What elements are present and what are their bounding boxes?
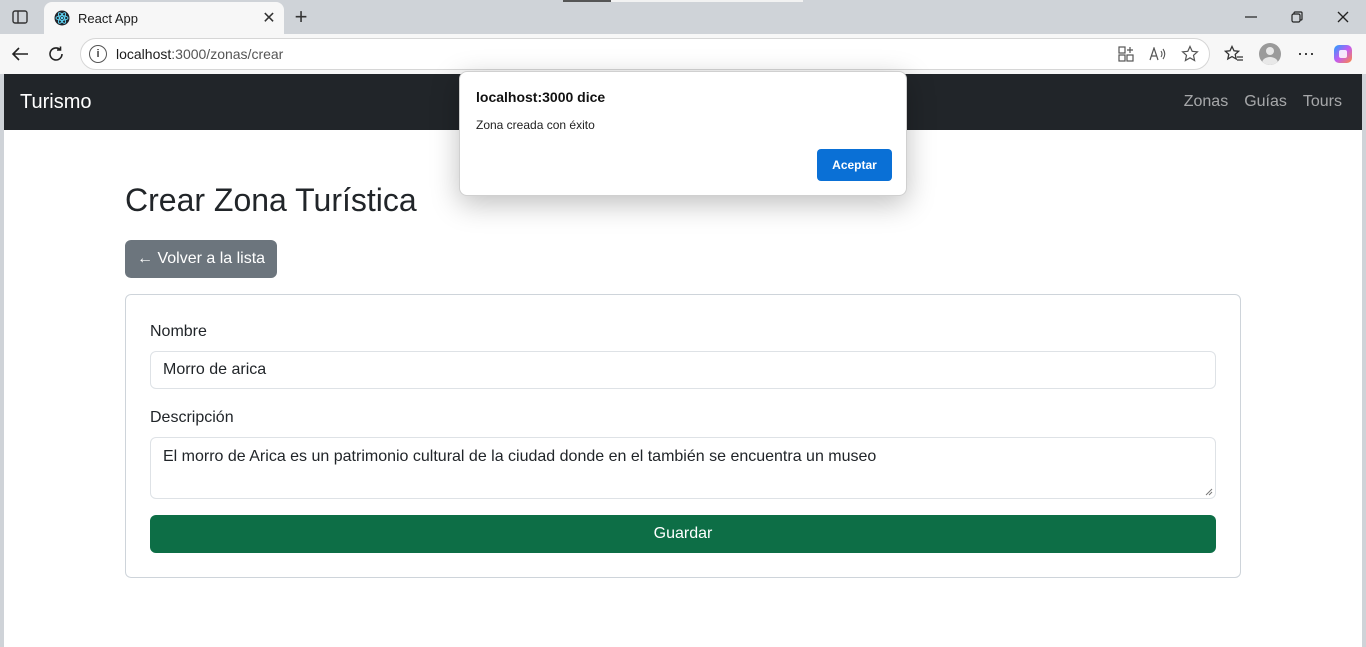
- browser-tab-bar: React App ✕ +: [0, 0, 1366, 34]
- accept-button[interactable]: Aceptar: [817, 149, 892, 181]
- tab-react-app[interactable]: React App ✕: [44, 2, 284, 34]
- new-tab-icon[interactable]: +: [289, 4, 313, 29]
- favorite-star-icon[interactable]: [1179, 43, 1201, 65]
- save-button[interactable]: Guardar: [150, 515, 1216, 553]
- dialog-title: localhost:3000 dice: [476, 89, 606, 105]
- name-label: Nombre: [150, 323, 207, 340]
- back-arrow-icon[interactable]: [6, 40, 34, 68]
- reload-icon[interactable]: [42, 40, 70, 68]
- address-bar[interactable]: i localhost:3000/zonas/crear: [80, 38, 1210, 70]
- name-input[interactable]: Morro de arica: [150, 351, 1216, 389]
- more-options-icon[interactable]: ⋯: [1292, 40, 1320, 68]
- react-icon: [54, 10, 70, 26]
- restore-icon[interactable]: [1274, 0, 1320, 34]
- nav-link-tours[interactable]: Tours: [1303, 93, 1342, 111]
- alert-dialog: localhost:3000 dice Zona creada con éxit…: [459, 71, 907, 196]
- favorites-icon[interactable]: [1220, 40, 1248, 68]
- dialog-message: Zona creada con éxito: [476, 118, 595, 132]
- nav-link-zonas[interactable]: Zonas: [1184, 93, 1228, 111]
- tab-strip-indicator-active: [563, 0, 611, 2]
- description-text: El morro de Arica es un patrimonio cultu…: [163, 448, 877, 465]
- url-path: :3000/zonas/crear: [171, 46, 284, 62]
- minimize-icon[interactable]: [1228, 0, 1274, 34]
- page-title: Crear Zona Turística: [125, 182, 417, 218]
- site-info-icon[interactable]: i: [89, 45, 107, 63]
- app-available-icon[interactable]: [1115, 43, 1137, 65]
- copilot-icon[interactable]: [1329, 40, 1357, 68]
- nav-link-guias[interactable]: Guías: [1244, 93, 1287, 111]
- navbar-brand[interactable]: Turismo: [20, 91, 91, 114]
- avatar: [1259, 43, 1281, 65]
- read-aloud-icon[interactable]: [1147, 43, 1169, 65]
- tab-title: React App: [78, 10, 138, 26]
- profile-avatar[interactable]: [1256, 40, 1284, 68]
- url-host: localhost: [116, 46, 172, 62]
- sidebar-toggle-icon[interactable]: [6, 5, 34, 29]
- browser-toolbar: i localhost:3000/zonas/crear ⋯: [0, 34, 1366, 74]
- resize-grip-icon[interactable]: [1205, 488, 1213, 496]
- close-window-icon[interactable]: [1320, 0, 1366, 34]
- description-label: Descripción: [150, 409, 234, 426]
- back-to-list-button[interactable]: ← Volver a la lista: [125, 240, 278, 278]
- zone-form-card: Nombre Morro de arica Descripción El mor…: [125, 294, 1241, 578]
- close-tab-icon[interactable]: ✕: [258, 7, 280, 29]
- nav-links: Zonas Guías Tours: [1184, 93, 1342, 111]
- description-textarea[interactable]: El morro de Arica es un patrimonio cultu…: [150, 437, 1216, 499]
